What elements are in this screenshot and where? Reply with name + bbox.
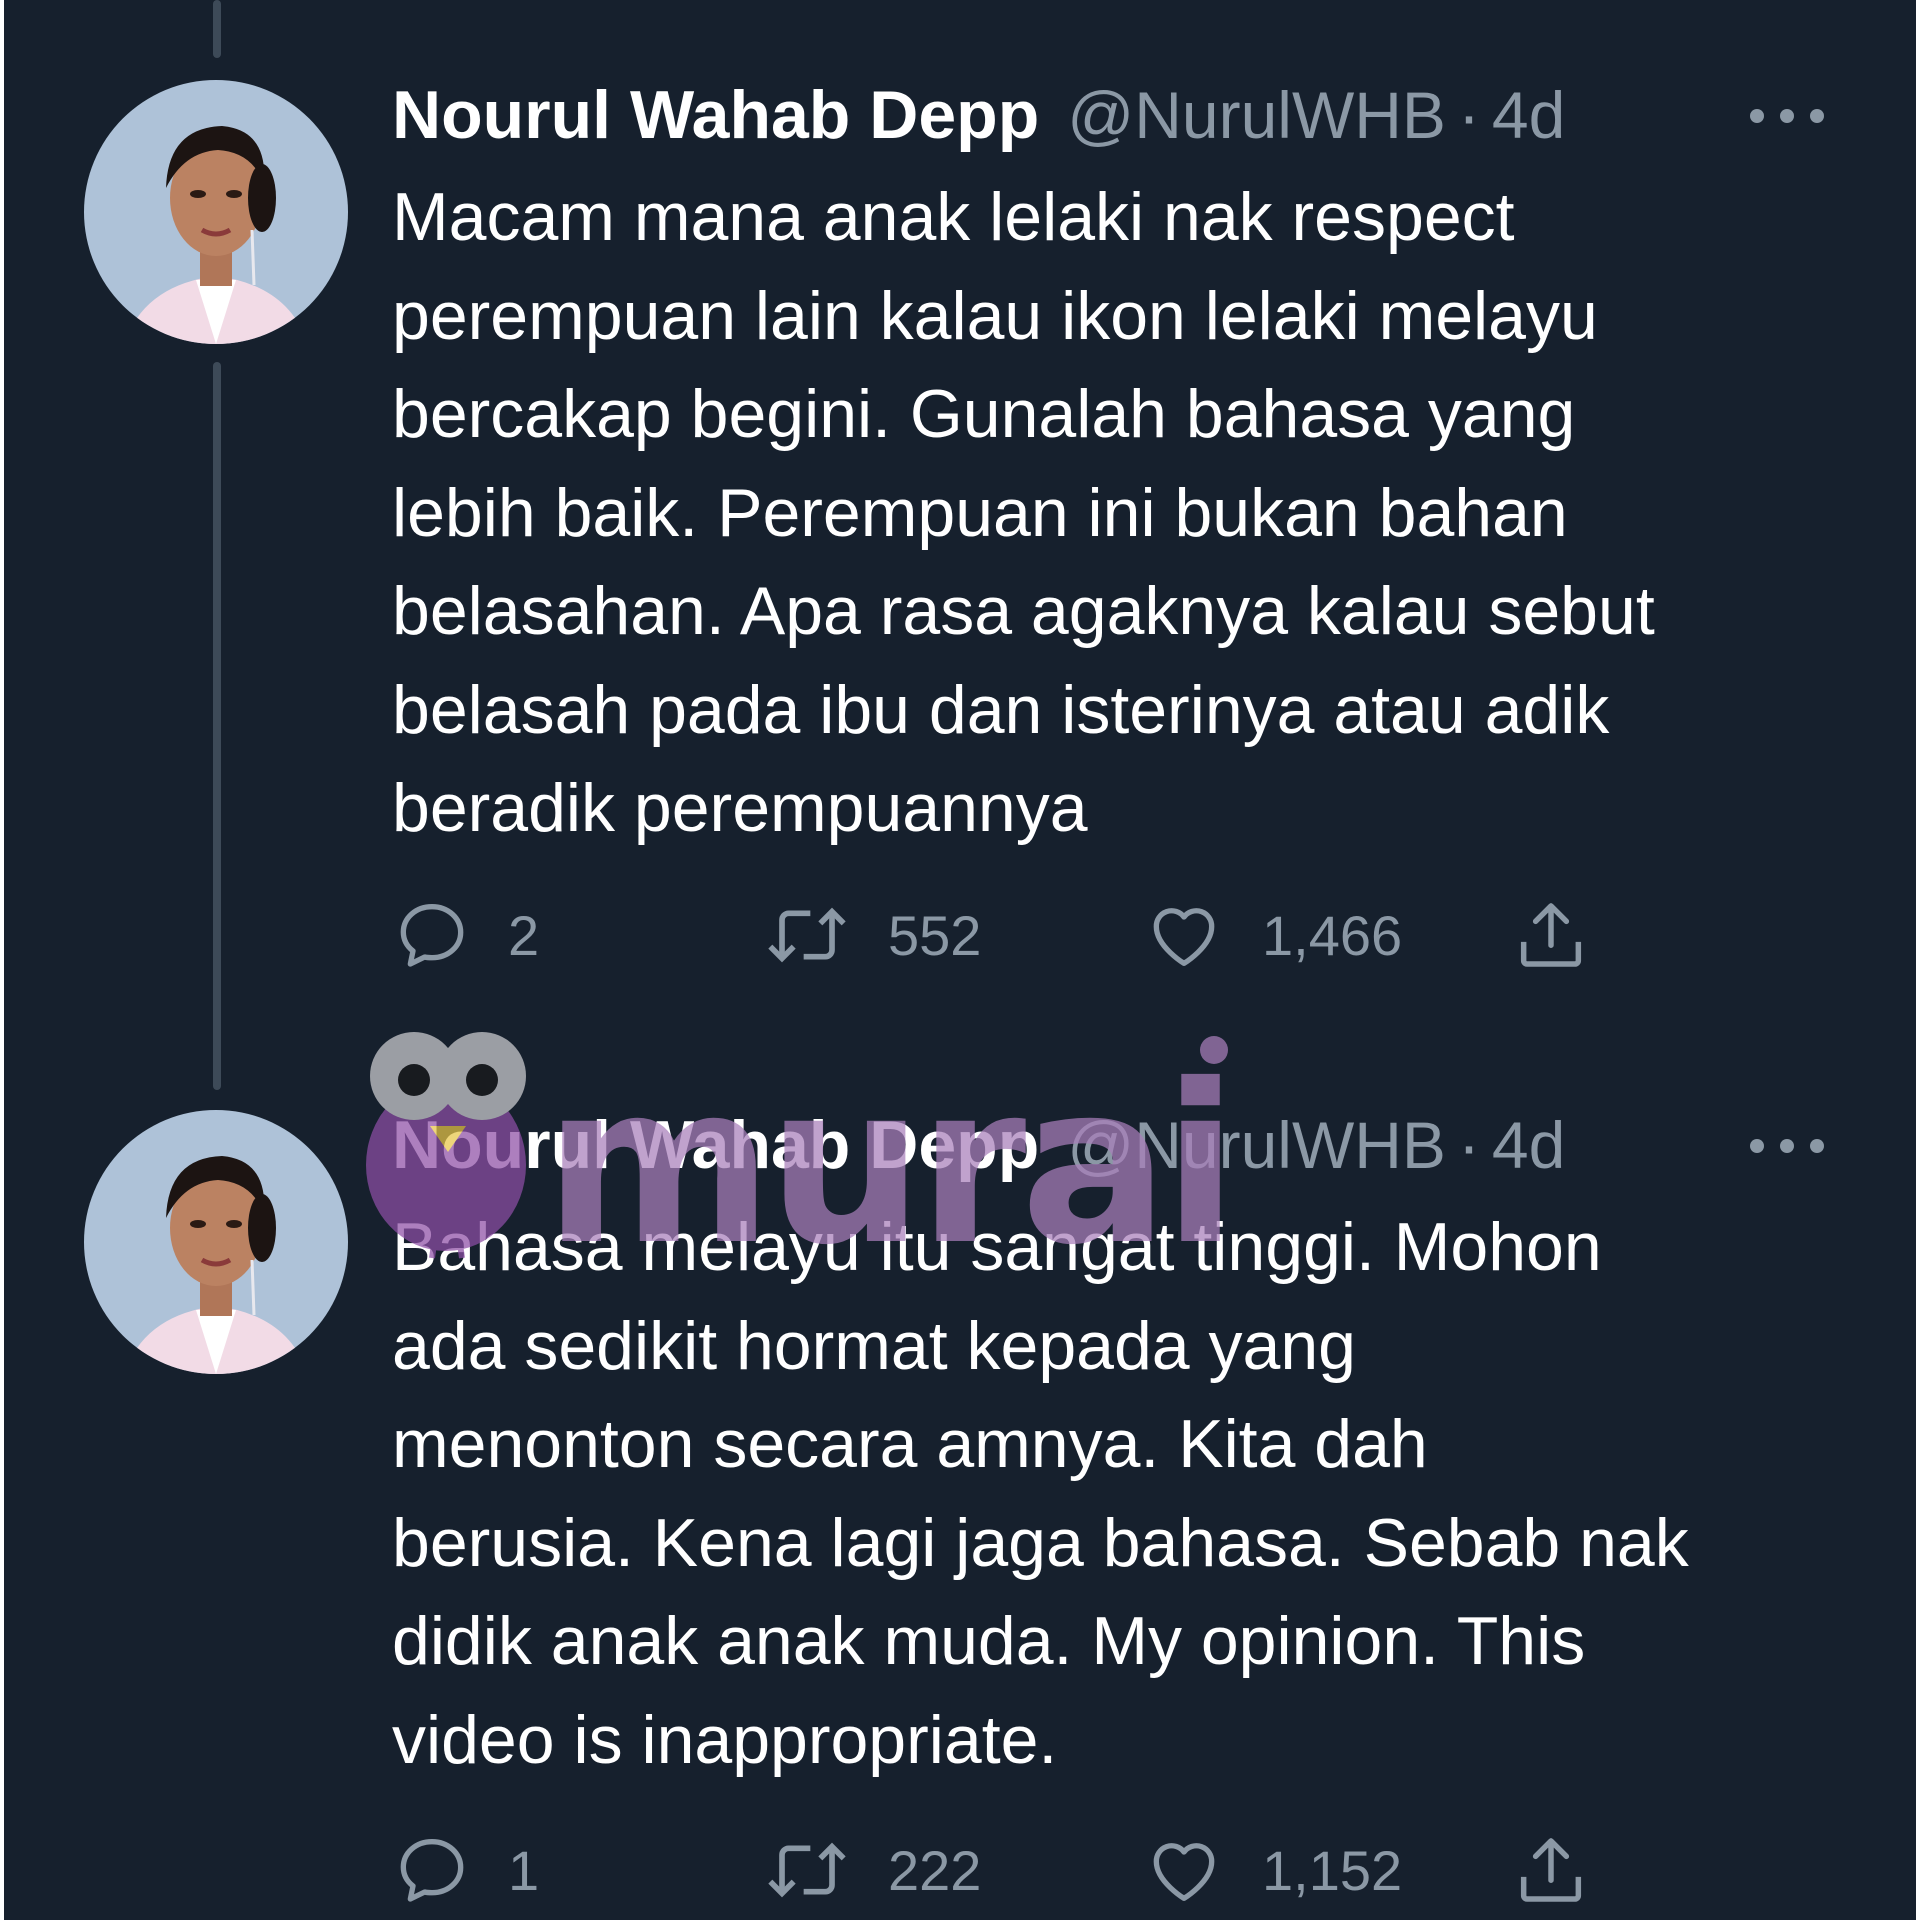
tweet-text-line: lebih baik. Perempuan ini bukan bahan bbox=[392, 474, 1568, 551]
author-handle[interactable]: @NurulWHB bbox=[1067, 1107, 1446, 1183]
like-button[interactable]: 1,466 bbox=[1142, 890, 1402, 980]
avatar-photo bbox=[84, 1110, 348, 1374]
tweet-text-line: ada sedikit hormat kepada yang bbox=[392, 1307, 1356, 1384]
separator-dot: · bbox=[1457, 78, 1480, 152]
tweet-text-line: beradik perempuannya bbox=[392, 770, 1088, 846]
tweet-text-line: perempuan lain kalau ikon lelaki melayu bbox=[392, 277, 1598, 354]
share-button[interactable] bbox=[1510, 1825, 1592, 1915]
retweet-count: 552 bbox=[888, 903, 982, 967]
tweet-text-line: bercakap begini. Gunalah bahasa yang bbox=[392, 376, 1576, 452]
tweet-time[interactable]: 4d bbox=[1492, 77, 1565, 153]
tweet-text-line: menonton secara amnya. Kita dah bbox=[392, 1406, 1428, 1482]
retweet-button[interactable]: 552 bbox=[762, 890, 981, 980]
tweet-1[interactable]: Nourul Wahab Depp @NurulWHB · 4d Macam m… bbox=[4, 0, 1916, 1000]
tweet-text: Bahasa melayu itu sangat tinggi. Mohon a… bbox=[392, 1198, 1892, 1789]
tweet-text-line: berusia. Kena lagi jaga bahasa. Sebab na… bbox=[392, 1504, 1689, 1581]
like-count: 1,466 bbox=[1262, 903, 1403, 967]
share-icon bbox=[1520, 903, 1582, 967]
tweet-header: Nourul Wahab Depp @NurulWHB · 4d bbox=[392, 1100, 1916, 1190]
reply-icon bbox=[400, 904, 464, 967]
tweet-text-line: Macam mana anak lelaki nak respect bbox=[392, 179, 1515, 255]
retweet-button[interactable]: 222 bbox=[762, 1825, 981, 1915]
reply-count: 1 bbox=[508, 1838, 540, 1902]
retweet-count: 222 bbox=[888, 1838, 982, 1902]
retweet-icon bbox=[768, 907, 846, 963]
tweet-text: Macam mana anak lelaki nak respect perem… bbox=[392, 168, 1892, 858]
tweet-2[interactable]: Nourul Wahab Depp @NurulWHB · 4d Bahasa … bbox=[4, 1030, 1916, 1920]
tweet-text-line: video is inappropriate. bbox=[392, 1701, 1058, 1778]
like-button[interactable]: 1,152 bbox=[1142, 1825, 1402, 1915]
reply-count: 2 bbox=[508, 903, 540, 967]
tweet-time[interactable]: 4d bbox=[1492, 1107, 1565, 1183]
retweet-icon bbox=[768, 1842, 846, 1898]
author-name[interactable]: Nourul Wahab Depp bbox=[392, 1106, 1039, 1184]
tweet-text-line: belasahan. Apa rasa agaknya kalau sebut bbox=[392, 573, 1655, 649]
share-icon bbox=[1520, 1838, 1582, 1902]
tweet-actions: 2 552 1,466 bbox=[392, 890, 1692, 980]
tweet-thread-panel: Nourul Wahab Depp @NurulWHB · 4d Macam m… bbox=[4, 0, 1916, 1920]
tweet-text-line: didik anak anak muda. My opinion. This bbox=[392, 1603, 1586, 1679]
avatar[interactable] bbox=[84, 80, 348, 344]
author-handle[interactable]: @NurulWHB bbox=[1067, 77, 1446, 153]
avatar-photo bbox=[84, 80, 348, 344]
reply-button[interactable]: 1 bbox=[392, 1825, 539, 1915]
author-name[interactable]: Nourul Wahab Depp bbox=[392, 76, 1039, 154]
avatar[interactable] bbox=[84, 1110, 348, 1374]
tweet-actions: 1 222 1,152 bbox=[392, 1825, 1692, 1915]
share-button[interactable] bbox=[1510, 890, 1592, 980]
like-icon bbox=[1153, 1843, 1215, 1901]
reply-icon bbox=[400, 1839, 464, 1902]
more-dots-icon[interactable] bbox=[1750, 96, 1824, 136]
tweet-header: Nourul Wahab Depp @NurulWHB · 4d bbox=[392, 70, 1916, 160]
reply-button[interactable]: 2 bbox=[392, 890, 539, 980]
like-count: 1,152 bbox=[1262, 1838, 1403, 1902]
separator-dot: · bbox=[1457, 1108, 1480, 1182]
like-icon bbox=[1153, 908, 1215, 966]
tweet-text-line: belasah pada ibu dan isterinya atau adik bbox=[392, 671, 1610, 748]
tweet-text-line: Bahasa melayu itu sangat tinggi. Mohon bbox=[392, 1209, 1602, 1285]
more-dots-icon[interactable] bbox=[1750, 1126, 1824, 1166]
